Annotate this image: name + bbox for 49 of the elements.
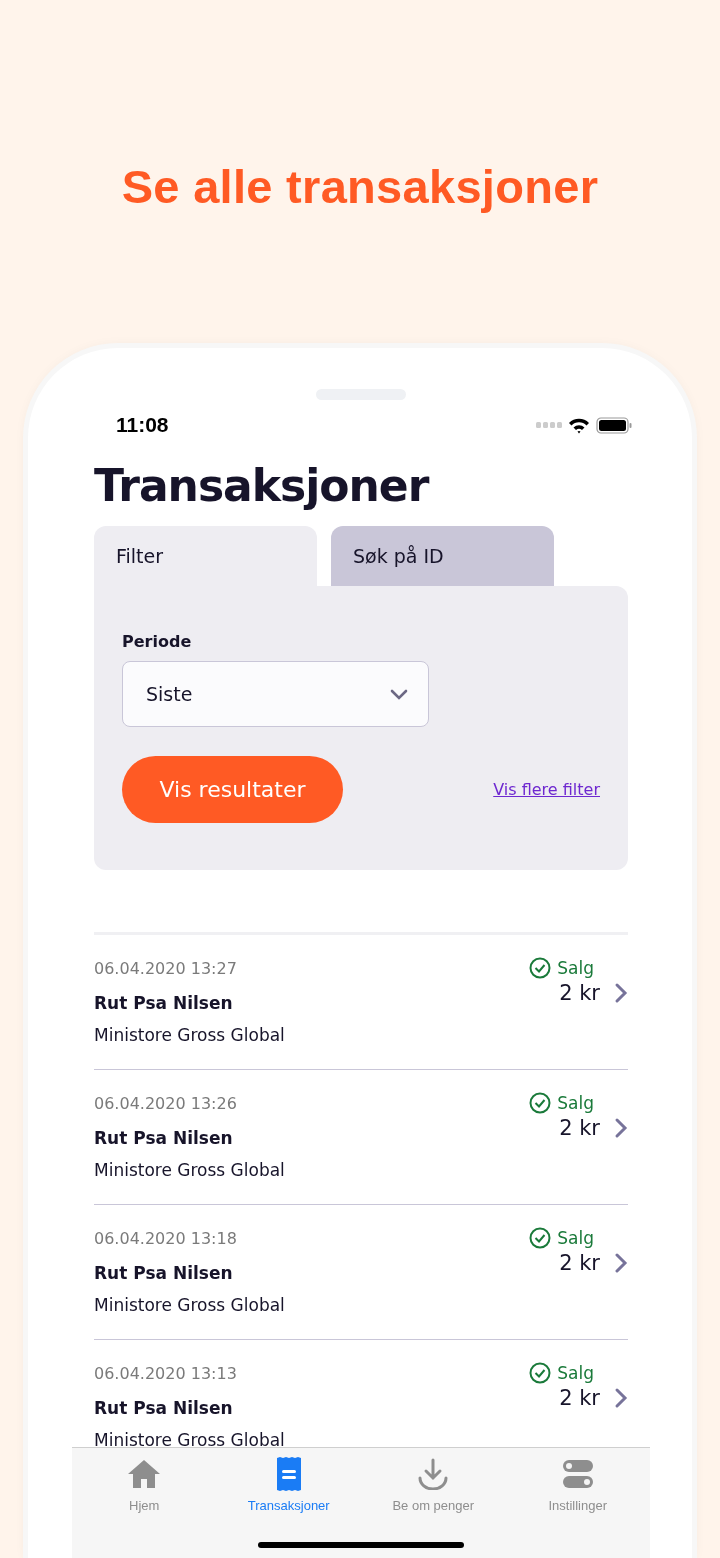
customer-name: Rut Psa Nilsen: [94, 993, 234, 1013]
chevron-right-icon[interactable]: [614, 1117, 628, 1139]
headline: Se alle transaksjoner: [120, 159, 600, 215]
wifi-icon: [568, 416, 590, 434]
customer-name: Rut Psa Nilsen: [94, 1398, 234, 1418]
tab-bar-item[interactable]: Transaksjoner: [216, 1456, 361, 1513]
check-circle-icon: [529, 1362, 552, 1384]
toggles-icon: [562, 1459, 593, 1489]
customer-name: Rut Psa Nilsen: [94, 1128, 234, 1148]
status-label: Salg: [557, 1228, 594, 1248]
chevron-right-icon[interactable]: [614, 1252, 628, 1274]
amount: 2 kr: [559, 1386, 600, 1410]
period-dropdown[interactable]: Siste: [122, 661, 429, 727]
merchant-name: Ministore Gross Global: [94, 1430, 285, 1450]
amount: 2 kr: [559, 981, 600, 1005]
merchant-name: Ministore Gross Global: [94, 1295, 285, 1315]
tab-bar-item[interactable]: Be om penger: [361, 1456, 506, 1513]
status-label: Salg: [557, 1363, 594, 1383]
transaction-date: 06.04.2020 13:26: [94, 1094, 238, 1115]
home-icon: [127, 1459, 162, 1489]
status-time: 11:08: [116, 413, 169, 437]
field-label: Periode: [122, 632, 193, 651]
chevron-right-icon[interactable]: [614, 1387, 628, 1409]
status-label: Salg: [557, 958, 594, 978]
signal-icon: [536, 422, 562, 428]
download-icon: [417, 1458, 450, 1490]
check-circle-icon: [529, 1227, 552, 1249]
check-circle-icon: [529, 1092, 552, 1114]
tab[interactable]: Søk på ID: [331, 526, 554, 586]
receipt-icon: [276, 1457, 301, 1491]
amount: 2 kr: [559, 1251, 600, 1275]
page-title: Transaksjoner: [94, 459, 431, 513]
merchant-name: Ministore Gross Global: [94, 1025, 285, 1045]
transaction-date: 06.04.2020 13:18: [94, 1229, 238, 1250]
battery-icon: [596, 416, 632, 434]
tab-bar-item[interactable]: Hjem: [72, 1456, 217, 1513]
more-filters-link[interactable]: Vis flere filter: [493, 780, 600, 799]
status-label: Salg: [557, 1093, 594, 1113]
customer-name: Rut Psa Nilsen: [94, 1263, 234, 1283]
check-circle-icon: [529, 957, 552, 979]
show-results-button[interactable]: Vis resultater: [122, 756, 343, 823]
tab-bar-item[interactable]: Instillinger: [505, 1456, 650, 1513]
chevron-down-icon: [390, 688, 408, 700]
transaction-date: 06.04.2020 13:13: [94, 1364, 238, 1385]
transaction-date: 06.04.2020 13:27: [94, 959, 238, 980]
merchant-name: Ministore Gross Global: [94, 1160, 285, 1180]
chevron-right-icon[interactable]: [614, 982, 628, 1004]
amount: 2 kr: [559, 1116, 600, 1140]
tab[interactable]: Filter: [94, 526, 317, 586]
